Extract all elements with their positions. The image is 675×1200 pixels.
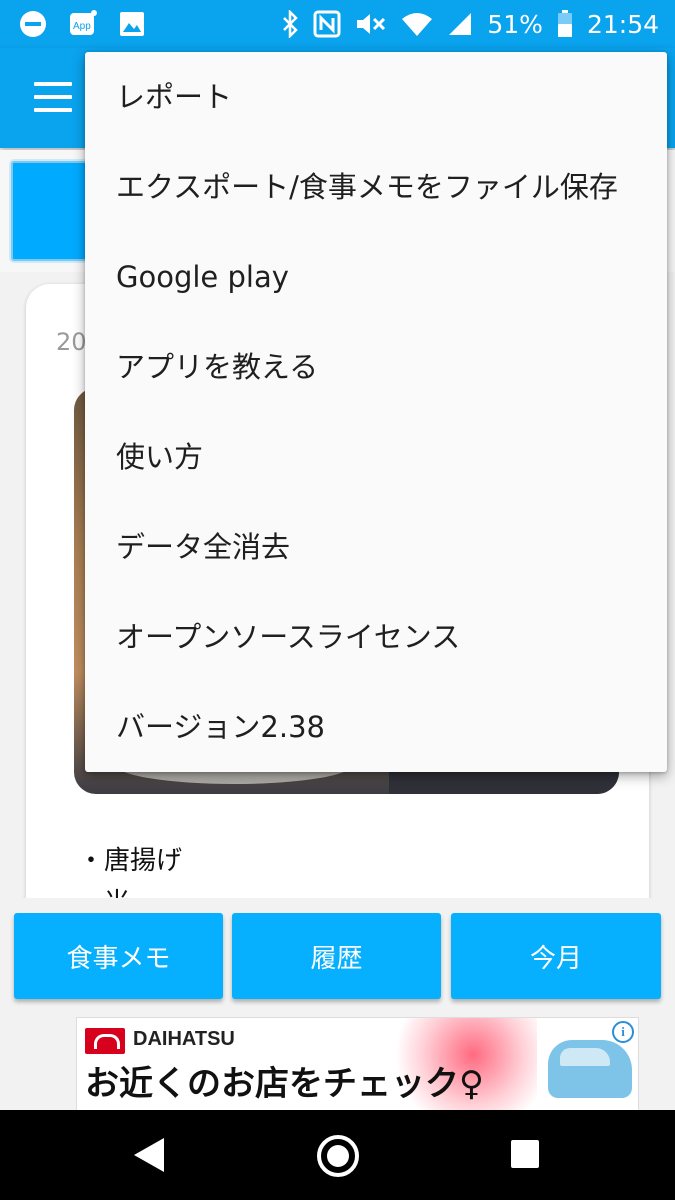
menu-icon[interactable] bbox=[34, 82, 72, 112]
clock: 21:54 bbox=[586, 9, 659, 39]
volume-mute-icon bbox=[357, 14, 386, 34]
battery-icon bbox=[557, 10, 572, 37]
system-nav-bar bbox=[0, 1110, 675, 1200]
menu-item-version[interactable]: バージョン2.38 bbox=[85, 682, 667, 772]
home-icon[interactable] bbox=[317, 1135, 359, 1177]
image-notification-icon bbox=[120, 12, 144, 36]
menu-item-export[interactable]: エクスポート/食事メモをファイル保存 bbox=[85, 142, 667, 232]
daihatsu-logo-icon bbox=[85, 1028, 125, 1054]
selected-tab-button[interactable] bbox=[11, 161, 95, 261]
ad-copy: お近くのお店をチェック♀ bbox=[85, 1064, 484, 1104]
menu-item-how-to-use[interactable]: 使い方 bbox=[85, 412, 667, 502]
food-item: ・唐揚げ bbox=[78, 846, 183, 876]
history-button[interactable]: 履歴 bbox=[232, 913, 441, 999]
ad-info-icon[interactable]: i bbox=[612, 1021, 634, 1043]
wifi-icon bbox=[402, 13, 433, 36]
nfc-icon bbox=[313, 10, 341, 38]
car-image bbox=[548, 1040, 632, 1098]
ad-banner[interactable]: DAIHATSU お近くのお店をチェック♀ i bbox=[76, 1017, 639, 1111]
status-bar: App 51% 21:54 bbox=[0, 0, 675, 48]
overflow-menu: レポート エクスポート/食事メモをファイル保存 Google play アプリを… bbox=[85, 52, 667, 772]
meal-date: 20 bbox=[56, 328, 87, 356]
battery-percent: 51% bbox=[487, 9, 543, 39]
do-not-disturb-icon bbox=[20, 11, 46, 37]
svg-text:App: App bbox=[73, 21, 91, 32]
menu-item-delete-all-data[interactable]: データ全消去 bbox=[85, 502, 667, 592]
app-notification-icon: App bbox=[70, 10, 97, 35]
bluetooth-icon bbox=[283, 10, 299, 38]
menu-item-report[interactable]: レポート bbox=[85, 52, 667, 142]
back-icon[interactable] bbox=[134, 1138, 164, 1172]
meal-memo-button[interactable]: 食事メモ bbox=[14, 913, 223, 999]
ad-brand: DAIHATSU bbox=[133, 1028, 235, 1050]
recent-apps-icon[interactable] bbox=[511, 1140, 539, 1168]
this-month-button[interactable]: 今月 bbox=[451, 913, 661, 999]
menu-item-share-app[interactable]: アプリを教える bbox=[85, 322, 667, 412]
menu-item-open-source-licenses[interactable]: オープンソースライセンス bbox=[85, 592, 667, 682]
menu-item-google-play[interactable]: Google play bbox=[85, 232, 667, 322]
signal-icon bbox=[449, 13, 472, 35]
